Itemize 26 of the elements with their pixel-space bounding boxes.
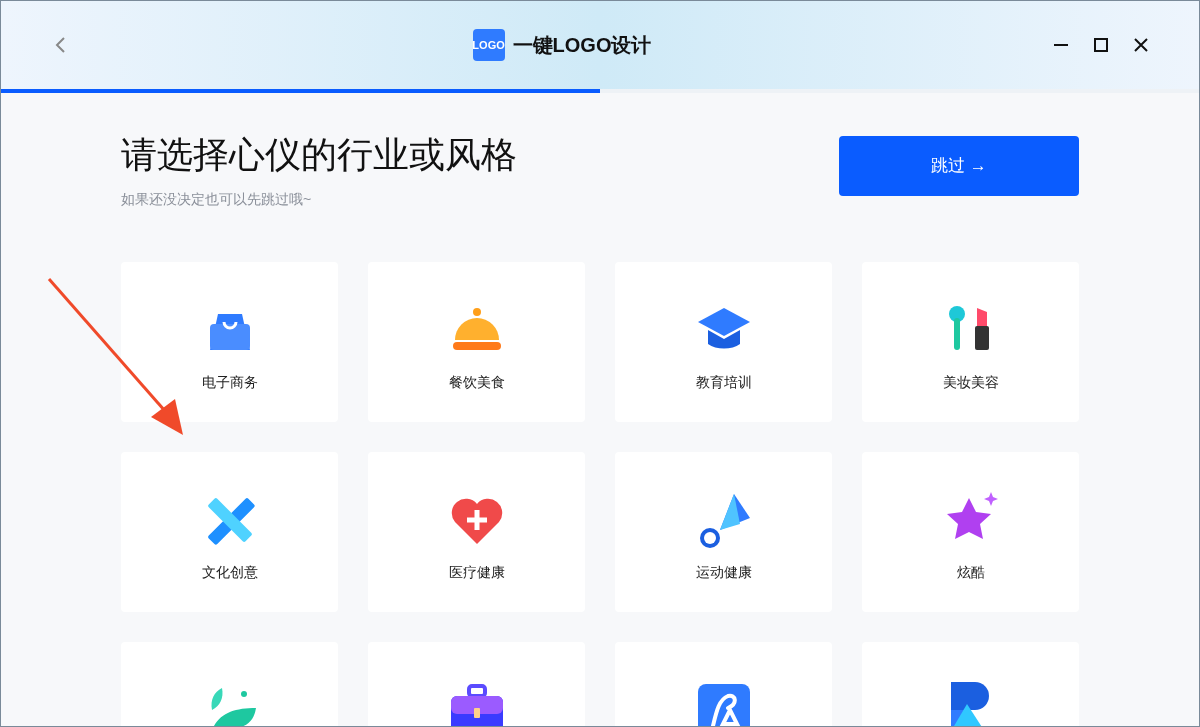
category-card[interactable]: 电子商务 [121, 262, 338, 422]
category-label: 餐饮美食 [448, 373, 505, 392]
category-label: 教育培训 [695, 373, 752, 392]
category-card[interactable]: 美妆美容 [862, 262, 1079, 422]
category-card[interactable]: 餐饮美食 [368, 262, 585, 422]
page-heading: 请选择心仪的行业或风格 [121, 133, 517, 177]
category-card[interactable]: 教育培训 [615, 262, 832, 422]
category-label: 医疗健康 [448, 563, 505, 582]
category-label: 炫酷 [956, 563, 985, 582]
category-card[interactable]: 医疗健康 [368, 452, 585, 612]
category-card[interactable]: 运动健康 [615, 452, 832, 612]
category-label: 文化创意 [201, 563, 258, 582]
category-card[interactable]: 炫酷 [862, 452, 1079, 612]
minimize-icon [1054, 44, 1068, 46]
window-title: 一键LOGO设计 [512, 33, 652, 58]
app-logo: LOGO [472, 29, 505, 61]
category-label: 运动健康 [695, 563, 752, 582]
maximize-icon [1094, 38, 1108, 52]
page-subtitle: 如果还没决定也可以先跳过哦~ [121, 190, 313, 209]
maximize-button[interactable] [1091, 35, 1111, 55]
close-icon [1134, 38, 1148, 52]
skip-button[interactable]: 跳过 → [839, 136, 1079, 196]
category-card[interactable]: 文化创意 [121, 452, 338, 612]
back-icon [54, 36, 68, 54]
category-label: 电子商务 [201, 373, 258, 392]
category-label: 美妆美容 [942, 373, 999, 392]
